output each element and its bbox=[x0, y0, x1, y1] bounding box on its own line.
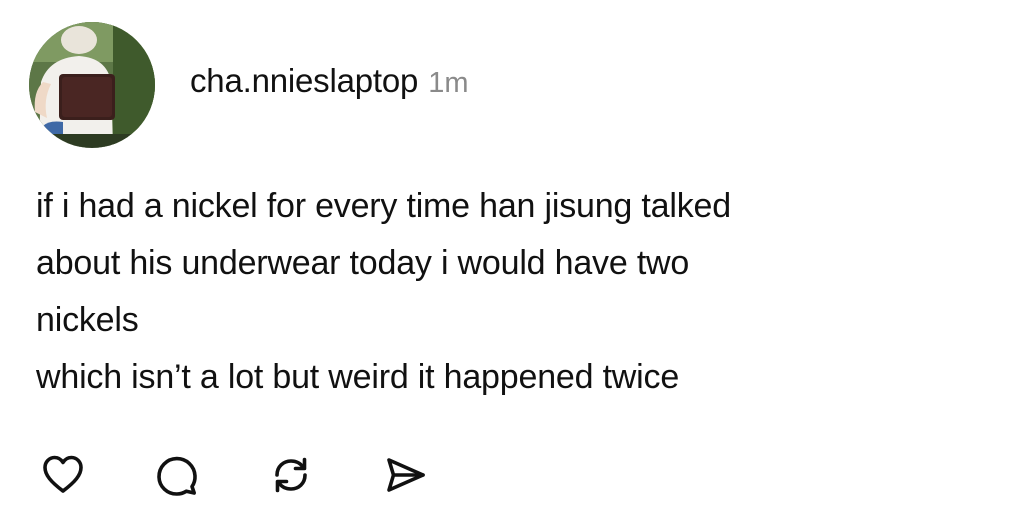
avatar-photo bbox=[29, 22, 155, 148]
post-card: cha.nnieslaptop 1m if i had a nickel for… bbox=[0, 0, 1024, 532]
heart-icon bbox=[43, 455, 83, 493]
post-text: if i had a nickel for every time han jis… bbox=[36, 178, 996, 406]
post-text-line: nickels bbox=[36, 301, 139, 339]
share-button[interactable] bbox=[380, 450, 430, 500]
post-text-line: if i had a nickel for every time han jis… bbox=[36, 187, 731, 225]
timestamp: 1m bbox=[428, 67, 469, 99]
like-button[interactable] bbox=[38, 450, 88, 500]
repost-icon bbox=[275, 457, 307, 493]
comment-bubble-icon bbox=[157, 456, 197, 496]
send-icon bbox=[387, 458, 425, 492]
post-header: cha.nnieslaptop 1m bbox=[190, 62, 468, 106]
repost-button[interactable] bbox=[266, 450, 316, 500]
username[interactable]: cha.nnieslaptop bbox=[190, 62, 418, 100]
post-text-line: which isn’t a lot but weird it happened … bbox=[36, 358, 680, 396]
avatar[interactable] bbox=[29, 22, 155, 148]
post-text-line: about his underwear today i would have t… bbox=[36, 244, 690, 282]
action-bar bbox=[38, 450, 430, 500]
comment-button[interactable] bbox=[152, 450, 202, 500]
